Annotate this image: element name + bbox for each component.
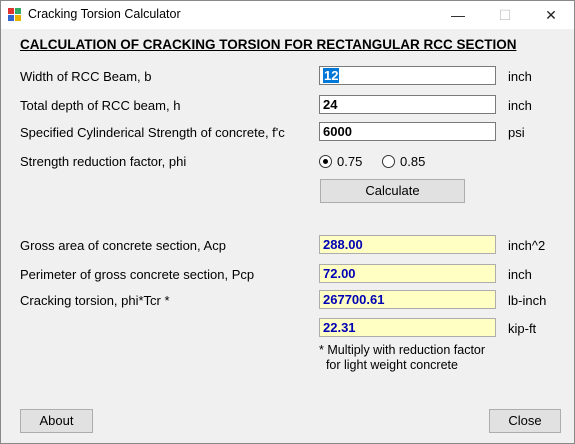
page-heading: CALCULATION OF CRACKING TORSION FOR RECT… — [20, 37, 517, 52]
depth-input[interactable]: 24 — [319, 95, 496, 114]
reduction-note: * Multiply with reduction factor for lig… — [319, 343, 486, 372]
fc-input[interactable]: 6000 — [319, 122, 496, 141]
radio-checked-icon — [319, 155, 332, 168]
width-unit: inch — [508, 69, 532, 84]
phi-radio-075[interactable]: 0.75 — [319, 154, 362, 169]
pcp-label: Perimeter of gross concrete section, Pcp — [20, 267, 255, 282]
acp-output: 288.00 — [319, 235, 496, 254]
minimize-button[interactable]: — — [435, 1, 481, 29]
tcr-kip-output: 22.31 — [319, 318, 496, 337]
about-button[interactable]: About — [20, 409, 93, 433]
calculate-button[interactable]: Calculate — [320, 179, 465, 203]
fc-label: Specified Cylinderical Strength of concr… — [20, 125, 285, 140]
pcp-output: 72.00 — [319, 264, 496, 283]
depth-unit: inch — [508, 98, 532, 113]
close-button[interactable]: Close — [489, 409, 561, 433]
phi-option-label: 0.75 — [337, 154, 363, 169]
tcr-unit: lb-inch — [508, 293, 547, 308]
pcp-unit: inch — [508, 267, 532, 282]
tcr-label: Cracking torsion, phi*Tcr * — [20, 293, 170, 308]
acp-label: Gross area of concrete section, Acp — [20, 238, 226, 253]
fc-unit: psi — [508, 125, 525, 140]
width-input[interactable]: 12 — [319, 66, 496, 85]
app-window: Cracking Torsion Calculator — ☐ ✕ CALCUL… — [0, 0, 575, 444]
tcr-kip-unit: kip-ft — [508, 321, 537, 336]
phi-radio-085[interactable]: 0.85 — [382, 154, 425, 169]
radio-unchecked-icon — [382, 155, 395, 168]
acp-unit: inch^2 — [508, 238, 546, 253]
tcr-output: 267700.61 — [319, 290, 496, 309]
phi-label: Strength reduction factor, phi — [20, 154, 187, 169]
title-bar: Cracking Torsion Calculator — ☐ ✕ — [1, 1, 574, 29]
app-icon — [8, 8, 21, 21]
width-value: 12 — [323, 68, 340, 83]
width-label: Width of RCC Beam, b — [20, 69, 152, 84]
phi-option-label: 0.85 — [400, 154, 426, 169]
window-title: Cracking Torsion Calculator — [28, 7, 181, 21]
depth-label: Total depth of RCC beam, h — [20, 98, 181, 113]
close-window-button[interactable]: ✕ — [528, 1, 574, 29]
maximize-button[interactable]: ☐ — [482, 1, 528, 29]
